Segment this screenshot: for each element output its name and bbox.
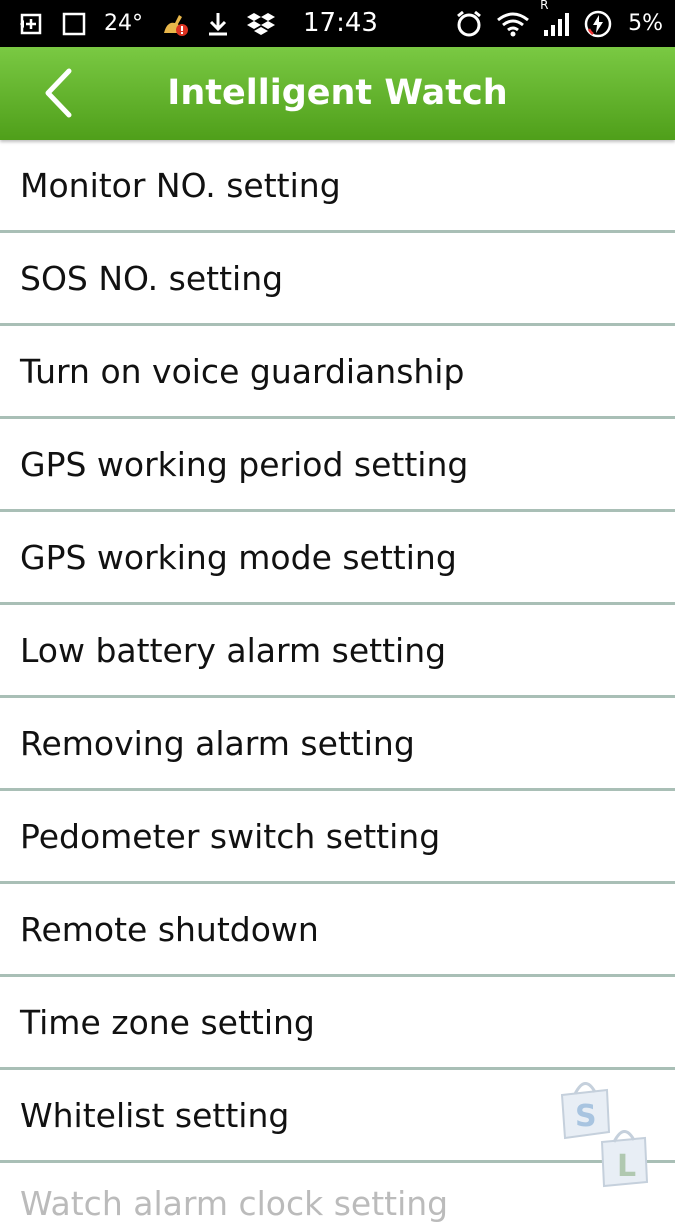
square-icon: [62, 12, 86, 36]
menu-item-gps-mode[interactable]: GPS working mode setting: [0, 512, 675, 605]
watermark-letter-l: L: [617, 1149, 636, 1184]
menu-item-low-battery-alarm[interactable]: Low battery alarm setting: [0, 605, 675, 698]
temperature-label: 24°: [104, 11, 143, 36]
menu-item-removing-alarm[interactable]: Removing alarm setting: [0, 698, 675, 791]
settings-menu: Monitor NO. setting SOS NO. setting Turn…: [0, 140, 675, 1223]
status-bar-right: R 5%: [454, 0, 663, 47]
app-bar: Intelligent Watch: [0, 47, 675, 140]
watermark-letter-s: S: [575, 1099, 597, 1134]
status-bar: 24° 17:43 R 5%: [0, 0, 675, 47]
wifi-icon: [496, 11, 530, 37]
menu-item-voice-guardianship[interactable]: Turn on voice guardianship: [0, 326, 675, 419]
alarm-icon: [454, 10, 484, 38]
menu-item-pedometer[interactable]: Pedometer switch setting: [0, 791, 675, 884]
menu-item-gps-period[interactable]: GPS working period setting: [0, 419, 675, 512]
signal-icon: R: [540, 0, 572, 38]
add-box-icon: [18, 11, 44, 37]
status-bar-left: 24°: [18, 0, 275, 47]
clock: 17:43: [303, 8, 378, 38]
watermark-logo: S L: [557, 1070, 657, 1190]
battery-charging-icon: [584, 10, 612, 38]
menu-item-remote-shutdown[interactable]: Remote shutdown: [0, 884, 675, 977]
menu-item-sos-number[interactable]: SOS NO. setting: [0, 233, 675, 326]
download-icon: [207, 11, 229, 37]
menu-item-time-zone[interactable]: Time zone setting: [0, 977, 675, 1070]
battery-percent: 5%: [628, 11, 663, 36]
dropbox-icon: [247, 11, 275, 37]
cleaner-alert-icon: [161, 11, 189, 37]
page-title: Intelligent Watch: [167, 73, 508, 113]
network-indicator: R: [540, 0, 549, 12]
menu-item-monitor-number[interactable]: Monitor NO. setting: [0, 140, 675, 233]
